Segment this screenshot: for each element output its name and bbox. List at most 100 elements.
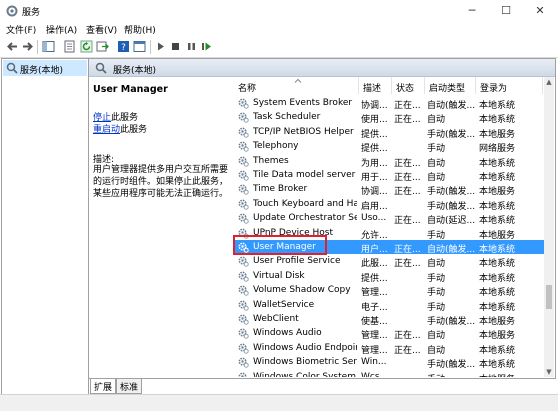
table-row[interactable]: WebClient 使基... 手动(触发... 本地服务 (234, 312, 544, 327)
table-row[interactable]: User Profile Service 此服... 正在... 自动 本地系统 (234, 254, 544, 270)
service-gear-icon (238, 98, 249, 109)
cell-logon: 本地服务 (479, 187, 516, 198)
cell-name: Volume Shadow Copy (253, 285, 351, 296)
cell-logon: 本地服务 (479, 331, 516, 342)
table-row[interactable]: Themes 为用... 正在... 自动 本地系统 (234, 154, 544, 169)
minimize-button[interactable]: ─ (455, 0, 489, 22)
service-gear-icon (238, 285, 249, 296)
cell-startup: 自动 (427, 158, 446, 169)
maximize-button[interactable]: ☐ (489, 0, 523, 22)
restart-icon[interactable] (200, 40, 213, 53)
cell-startup: 自动 (427, 259, 446, 270)
cell-name: WebClient (253, 314, 299, 324)
pane-header-title: 服务(本地) (113, 66, 157, 76)
tree-item-services-local[interactable]: 服务(本地) (3, 60, 87, 76)
cell-desc: 启用... (361, 201, 388, 212)
table-row[interactable]: Virtual Disk 提供... 手动 本地系统 (234, 269, 544, 284)
cell-logon: 本地系统 (479, 201, 516, 212)
menu-help[interactable]: 帮助(H) (124, 23, 156, 36)
console-tree-pane: 服务(本地) (1, 58, 89, 395)
cell-startup: 自动 (427, 331, 446, 342)
table-row[interactable]: Update Orchestrator Ser... Uso... 正在... 自动(… (234, 211, 544, 227)
tab-extended[interactable]: 扩展 (90, 379, 117, 394)
cell-logon: 网络服务 (479, 144, 516, 155)
cell-desc: 提供... (361, 144, 388, 155)
table-row[interactable]: Time Broker 协调... 正在... 手动(触发... 本地服务 (234, 182, 544, 198)
scroll-up-icon[interactable]: ▲ (544, 77, 554, 87)
cell-desc: Wcs... (361, 371, 389, 377)
scrollbar-thumb[interactable] (546, 285, 552, 309)
menu-action[interactable]: 操作(A) (46, 23, 77, 36)
vertical-scrollbar[interactable]: ▲ ▼ (544, 77, 554, 377)
cell-name: System Events Broker (253, 98, 353, 108)
sort-ascending-icon (294, 78, 302, 83)
table-row[interactable]: Windows Biometric Servi... Win... 手动(触发...… (234, 355, 544, 371)
play-icon[interactable] (154, 40, 167, 53)
cell-logon: 本地服务 (479, 372, 541, 377)
cell-name: Task Scheduler (253, 112, 321, 123)
table-row[interactable]: Touch Keyboard and Ha... 启用... 手动(触发... 本地系… (234, 197, 544, 212)
cell-startup: 自动(延迟... (427, 216, 476, 227)
column-header-status[interactable]: 状态 (392, 77, 425, 94)
cell-logon: 本地系统 (479, 302, 516, 313)
cell-status: 正在... (394, 115, 421, 126)
cell-name: Update Orchestrator Ser... (253, 213, 357, 224)
cell-logon: 本地系统 (479, 158, 516, 169)
cell-startup: 手动 (427, 230, 446, 241)
close-button[interactable]: ✕ (523, 0, 557, 22)
scroll-down-icon[interactable]: ▼ (544, 367, 554, 377)
table-row[interactable]: WalletService 电子... 手动 本地系统 (234, 298, 544, 313)
service-gear-icon (238, 271, 249, 282)
restart-service-suffix: 此服务 (120, 125, 148, 135)
service-gear-icon (238, 112, 249, 124)
cell-status: 正在... (394, 158, 421, 169)
service-gear-icon (238, 357, 249, 368)
menu-file[interactable]: 文件(F) (6, 23, 36, 36)
table-row[interactable]: System Events Broker 协调... 正在... 自动(触发... 本地… (234, 96, 544, 111)
console-icon[interactable] (133, 40, 146, 53)
table-row[interactable]: Volume Shadow Copy 管理... 手动 本地系统 (234, 283, 544, 298)
service-gear-icon (238, 314, 249, 325)
table-row[interactable]: Windows Audio 管理... 正在... 自动 本地服务 (234, 326, 544, 342)
table-row[interactable]: Task Scheduler 使用... 正在... 自动 本地系统 (234, 110, 544, 126)
cell-logon: 本地系统 (479, 101, 516, 111)
cell-startup: 手动 (427, 144, 446, 155)
column-header-name[interactable]: 名称 (234, 77, 359, 94)
service-gear-icon (238, 184, 249, 196)
cell-desc: 用户... (361, 245, 388, 255)
pause-icon[interactable] (185, 40, 198, 53)
menu-view[interactable]: 查看(V) (86, 23, 117, 36)
refresh-icon[interactable] (80, 40, 93, 53)
tab-standard[interactable]: 标准 (116, 379, 143, 394)
stop-icon[interactable] (169, 40, 182, 53)
service-gear-icon (238, 127, 249, 138)
cell-logon: 本地系统 (479, 360, 516, 371)
restart-service-link[interactable]: 重启动 (93, 125, 120, 135)
cell-name: Windows Audio Endpoint... (253, 342, 357, 353)
cell-name: WalletService (253, 299, 315, 310)
cell-startup: 手动(触发... (427, 317, 476, 327)
cell-desc: Uso... (361, 213, 387, 224)
table-row[interactable]: Telephony 提供... 手动 网络服务 (234, 139, 544, 155)
help-icon[interactable]: ? (117, 40, 130, 53)
cell-startup: 自动(触发... (427, 101, 476, 111)
column-header-description[interactable]: 描述 (359, 77, 392, 94)
cell-desc: 此服... (361, 259, 388, 270)
forward-arrow-icon[interactable] (21, 40, 34, 53)
magnifier-gear-icon (95, 62, 107, 74)
table-row[interactable]: TCP/IP NetBIOS Helper 提供... 手动(触发... 本地服务 (234, 125, 544, 140)
service-gear-icon (238, 372, 247, 377)
table-row[interactable]: Tile Data model server 用于... 正在... 自动 本地系统 (234, 168, 544, 183)
console-tree-icon[interactable] (42, 40, 55, 53)
cell-desc: 提供... (361, 273, 388, 284)
cell-logon: 本地服务 (479, 230, 516, 241)
view-tabs: 扩展 标准 (88, 378, 556, 394)
properties-icon[interactable] (63, 40, 76, 53)
column-header-startup-type[interactable]: 启动类型 (425, 77, 476, 94)
table-row[interactable]: Windows Audio Endpoint... 管理... 正在... 自动 本地系… (234, 341, 544, 356)
column-header-logon[interactable]: 登录为 (476, 77, 543, 94)
cell-startup: 手动 (427, 372, 477, 377)
export-icon[interactable] (96, 40, 109, 53)
table-row[interactable]: Windows Color System Wcs... 手动本地服务 (234, 370, 544, 377)
back-arrow-icon[interactable] (6, 40, 19, 53)
